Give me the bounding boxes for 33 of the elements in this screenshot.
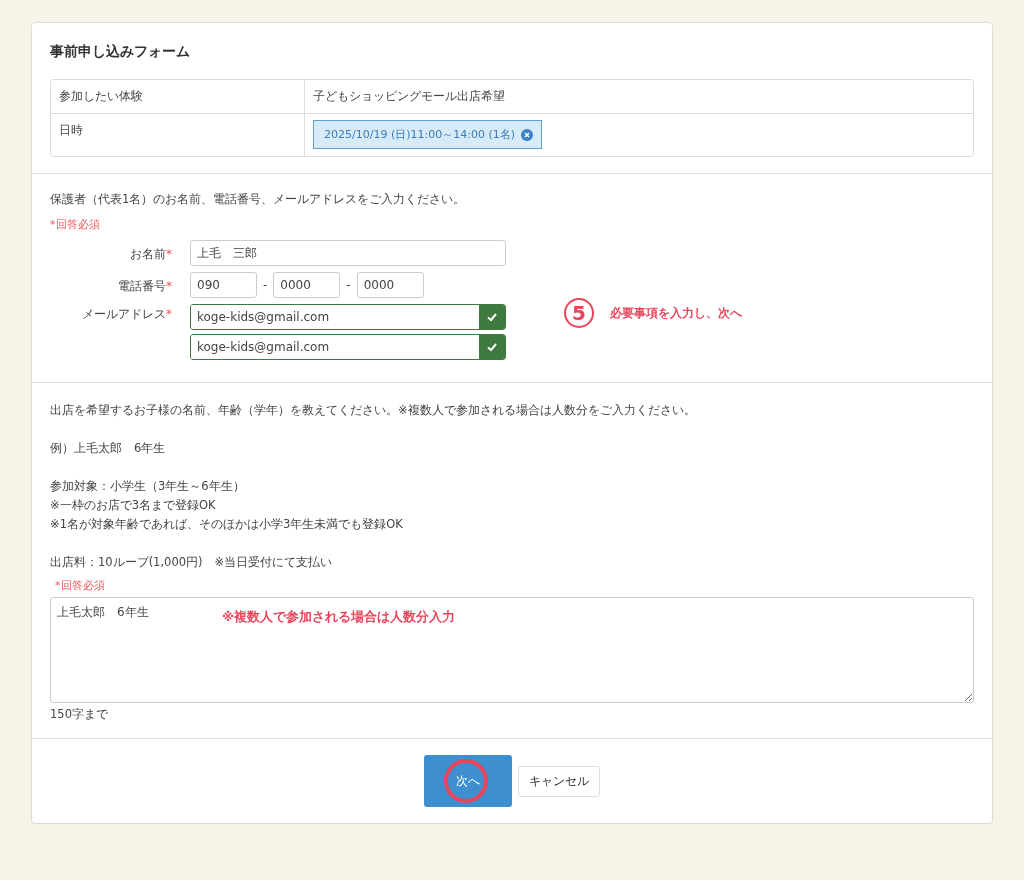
description-text: ※一枠のお店で3名まで登録OK bbox=[50, 497, 217, 514]
description-text: 出店料：10ループ(1,000円) ※当日受付にて支払い bbox=[50, 554, 334, 571]
required-note: *回答必須 bbox=[50, 217, 101, 232]
remove-icon[interactable] bbox=[520, 128, 533, 141]
phone-input[interactable]: 0000 bbox=[356, 272, 424, 298]
phone-input[interactable]: 0000 bbox=[273, 272, 341, 298]
field-label: メールアドレス* bbox=[82, 307, 172, 321]
limit-note: 150字まで bbox=[50, 707, 109, 722]
description-text: 例）上毛太郎 6年生 bbox=[50, 440, 167, 457]
check-icon bbox=[486, 311, 498, 323]
cancel-button[interactable]: キャンセル bbox=[518, 765, 600, 797]
field-label: 電話番号* bbox=[118, 278, 172, 293]
instruction-text: 保護者（代表1名）のお名前、電話番号、メールアドレスをご入力ください。 bbox=[50, 192, 467, 207]
required-note: *回答必須 bbox=[55, 578, 106, 593]
separator: - bbox=[263, 278, 268, 292]
check-icon bbox=[486, 341, 498, 353]
step-number: 5 bbox=[564, 298, 594, 328]
email-input[interactable]: koge-kids@gmail.com bbox=[190, 304, 506, 330]
table-label: 日時 bbox=[59, 123, 83, 137]
tag-text: 2025/10/19 (日)11:00～14:00 (1名) bbox=[324, 127, 515, 142]
description-text: 出店を希望するお子様の名前、年齢（学年）を教えてください。※複数人で参加される場合は人数分をご入力ください。 bbox=[50, 402, 697, 419]
form-title: 事前申し込みフォーム bbox=[50, 43, 191, 61]
annotation-text: ※複数人で参加される場合は人数分入力 bbox=[222, 609, 456, 626]
annotation-text: 必要事項を入力し、次へ bbox=[610, 304, 742, 322]
phone-input[interactable]: 090 bbox=[190, 272, 257, 298]
field-label: お名前* bbox=[130, 246, 172, 261]
name-input[interactable]: 上毛 三郎 bbox=[190, 240, 506, 266]
email-input[interactable]: koge-kids@gmail.com bbox=[190, 334, 506, 360]
separator: - bbox=[346, 278, 351, 292]
table-label: 参加したい体験 bbox=[59, 89, 143, 103]
description-text: ※1名が対象年齢であれば、そのほかは小学3年生未満でも登録OK bbox=[50, 516, 404, 533]
description-text: 参加対象：小学生（3年生～6年生） bbox=[50, 478, 246, 495]
table-value: 子どもショッピングモール出店希望 bbox=[313, 88, 505, 105]
